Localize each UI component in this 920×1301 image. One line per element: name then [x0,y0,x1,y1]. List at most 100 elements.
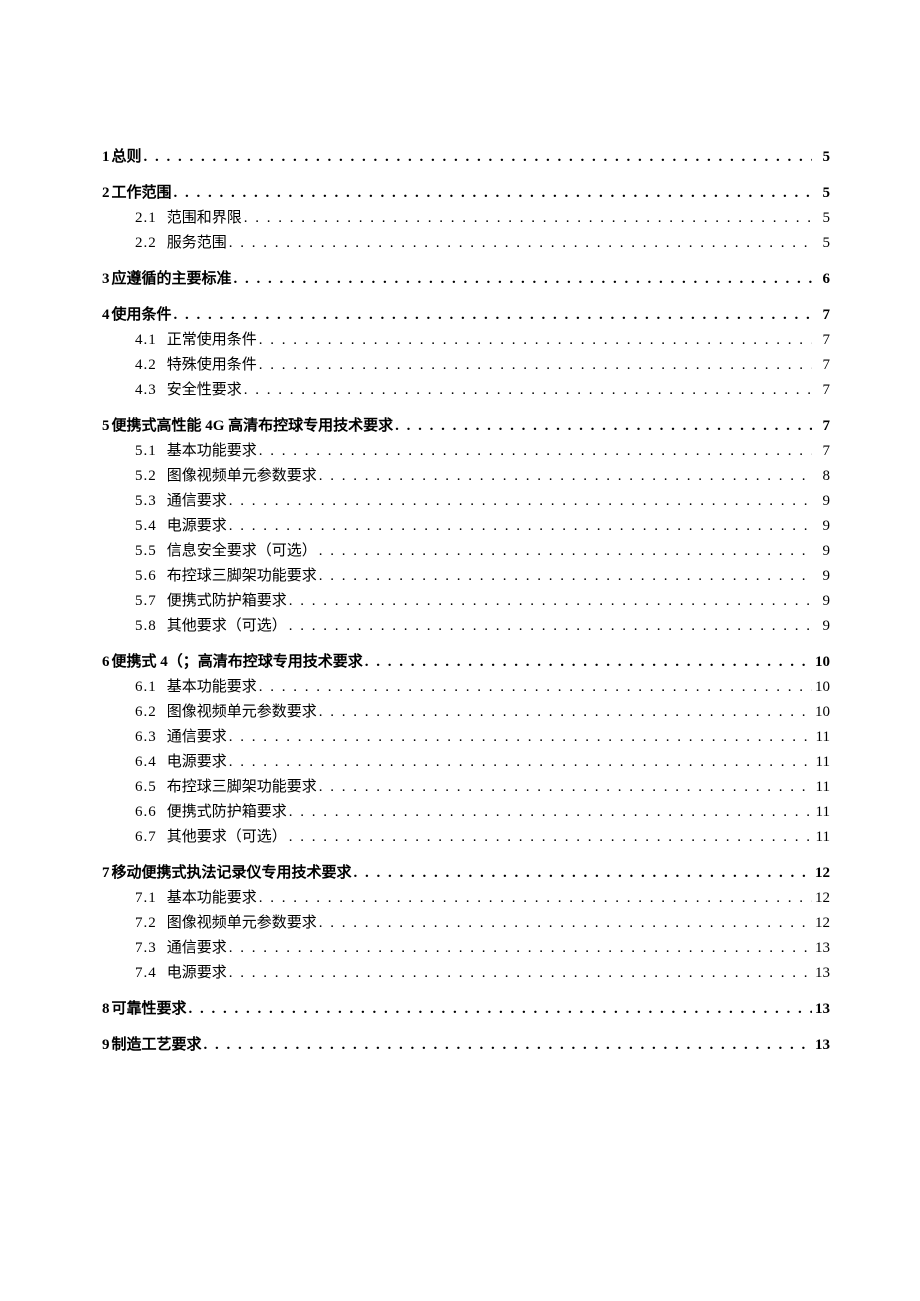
toc-entry-number: 6.5 [135,780,157,795]
toc-entry-title: 图像视频单元参数要求 [167,469,317,484]
toc-entry-page: 7 [812,333,830,348]
toc-entry-title: 基本功能要求 [167,444,257,459]
toc-entry: 5.4电源要求9 [135,519,830,534]
toc-entry-title: 可靠性要求 [112,1002,187,1017]
toc-entry: 7.3通信要求13 [135,941,830,956]
toc-entry-number: 6 [102,655,110,670]
toc-entry: 6.1基本功能要求10 [135,680,830,695]
toc-leader-dots [257,333,812,348]
toc-entry: 7.2图像视频单元参数要求12 [135,916,830,931]
toc-entry: 6.2 图像视频单元参数要求 10 [135,705,830,720]
toc-entry-title: 范围和界限 [167,211,242,226]
toc-entry-title: 服务范围 [167,236,227,251]
toc-leader-dots [257,680,812,695]
toc-entry-number: 6.1 [135,680,157,695]
toc-entry-number: 7.1 [135,891,157,906]
toc-entry-number: 7.2 [135,916,157,931]
toc-entry-number: 6.7 [135,830,157,845]
toc-entry-title: 工作范围 [112,186,172,201]
toc-leader-dots [317,544,812,559]
toc-entry-page: 9 [812,594,830,609]
toc-entry-number: 5.4 [135,519,157,534]
toc-entry-title: 电源要求 [167,966,227,981]
toc-entry-title: 其他要求（可选） [167,830,287,845]
toc-entry-number: 5.8 [135,619,157,634]
toc-leader-dots [317,916,812,931]
toc-entry-title: 便携式 4（；高清布控球专用技术要求 [112,655,363,670]
toc-entry-number: 6.3 [135,730,157,745]
toc-entry: 6.7 其他要求（可选） 11 [135,830,830,845]
toc-entry-page: 13 [812,966,830,981]
toc-leader-dots [227,941,812,956]
toc-entry-page: 10 [812,655,830,670]
toc-entry-page: 8 [812,469,830,484]
toc-entry: 6.4电源要求11 [135,755,830,770]
toc-entry-number: 2.2 [135,236,157,251]
toc-leader-dots [287,594,812,609]
toc-entry: 5.5信息安全要求（可选）9 [135,544,830,559]
toc-entry-title: 通信要求 [167,730,227,745]
toc-entry-page: 5 [812,150,830,165]
toc-leader-dots [257,444,812,459]
toc-leader-dots [242,211,812,226]
toc-entry-page: 7 [812,358,830,373]
toc-entry: 5便携式高性能 4G 高清布控球专用技术要求7 [102,419,830,434]
toc-entry-number: 2 [102,186,110,201]
toc-entry-page: 5 [812,236,830,251]
toc-entry-title: 通信要求 [167,494,227,509]
toc-entry-number: 3 [102,272,110,287]
toc-entry: 2工作范围 5 [102,186,830,201]
toc-entry-page: 5 [812,211,830,226]
toc-leader-dots [227,730,812,745]
toc-entry-page: 7 [812,308,830,323]
toc-entry: 5.2图像视频单元参数要求8 [135,469,830,484]
toc-entry-number: 7.4 [135,966,157,981]
toc-leader-dots [142,150,812,165]
toc-entry: 1总则5 [102,150,830,165]
toc-entry-number: 5.7 [135,594,157,609]
toc-leader-dots [232,272,812,287]
toc-entry-title: 制造工艺要求 [112,1038,202,1053]
toc-entry: 7.4 电源要求 13 [135,966,830,981]
toc-entry-title: 布控球三脚架功能要求 [167,569,317,584]
toc-entry-page: 5 [812,186,830,201]
toc-entry: 9制造工艺要求13 [102,1038,830,1053]
toc-entry-page: 12 [812,916,830,931]
toc-entry-title: 基本功能要求 [167,891,257,906]
toc-leader-dots [317,569,812,584]
toc-entry-title: 信息安全要求（可选） [167,544,317,559]
toc-entry-page: 9 [812,494,830,509]
toc-entry: 5.1基本功能要求7 [135,444,830,459]
toc-entry: 3应遵循的主要标准6 [102,272,830,287]
toc-entry-number: 4.2 [135,358,157,373]
toc-entry: 5.7 便携式防护箱要求 9 [135,594,830,609]
toc-leader-dots [393,419,812,434]
toc-entry-page: 9 [812,619,830,634]
toc-entry-page: 10 [812,705,830,720]
toc-entry-number: 4.1 [135,333,157,348]
toc-entry-page: 7 [812,419,830,434]
toc-entry: 5.6布控球三脚架功能要求9 [135,569,830,584]
toc-leader-dots [287,619,812,634]
toc-leader-dots [317,780,812,795]
toc-entry-page: 7 [812,444,830,459]
toc-entry: 2.1范围和界限5 [135,211,830,226]
toc-leader-dots [363,655,812,670]
toc-entry-title: 便携式防护箱要求 [167,594,287,609]
toc-entry-title: 正常使用条件 [167,333,257,348]
toc-entry-title: 便携式高性能 4G 高清布控球专用技术要求 [112,419,394,434]
toc-entry-title: 基本功能要求 [167,680,257,695]
toc-entry-number: 6.2 [135,705,157,720]
toc-entry-page: 11 [812,830,830,845]
toc-leader-dots [352,866,812,881]
toc-entry-title: 布控球三脚架功能要求 [167,780,317,795]
toc-entry-title: 电源要求 [167,755,227,770]
toc-entry-page: 13 [812,1002,830,1017]
toc-entry-page: 7 [812,383,830,398]
toc-entry: 7.1基本功能要求12 [135,891,830,906]
toc-entry: 6便携式 4（；高清布控球专用技术要求 10 [102,655,830,670]
toc-entry-title: 移动便携式执法记录仪专用技术要求 [112,866,352,881]
toc-entry-page: 12 [812,866,830,881]
toc-entry-title: 图像视频单元参数要求 [167,705,317,720]
toc-entry-page: 9 [812,569,830,584]
